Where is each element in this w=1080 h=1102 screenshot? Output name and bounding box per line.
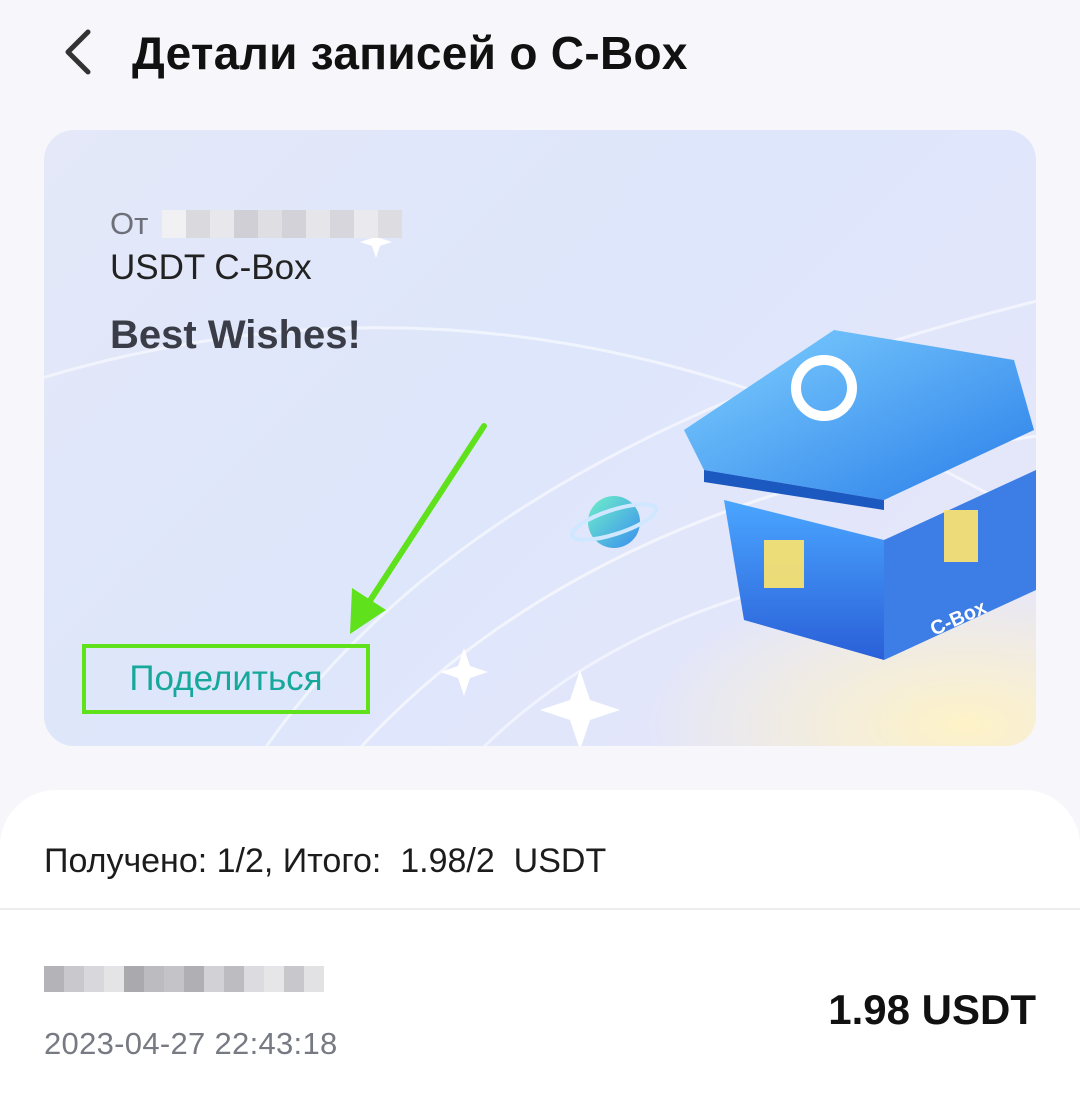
sender-name-redacted	[162, 210, 403, 238]
box-name: USDT C-Box	[110, 248, 312, 287]
received-summary: Получено: 1/2, Итого: 1.98/2 USDT	[44, 842, 607, 880]
cbox-card: C-Box От USDT C-Box Best Wishes! Поделит…	[44, 130, 1036, 746]
record-amount: 1.98 USDT	[828, 986, 1036, 1033]
highlight-arrow	[350, 423, 487, 634]
record-timestamp: 2023-04-27 22:43:18	[44, 1026, 338, 1061]
top-bar: Детали записей о C-Box	[0, 0, 1080, 110]
chevron-left-icon	[65, 29, 91, 75]
back-button[interactable]	[48, 22, 108, 82]
page-title: Детали записей о C-Box	[132, 27, 688, 79]
records-sheet: Получено: 1/2, Итого: 1.98/2 USDT 2023-0…	[0, 790, 1080, 1102]
sender-row: От	[110, 206, 403, 242]
divider	[0, 908, 1080, 910]
greeting-message: Best Wishes!	[110, 313, 361, 357]
from-label: От	[110, 206, 149, 241]
recipient-name-redacted	[44, 966, 326, 1002]
share-button[interactable]: Поделиться	[82, 644, 370, 714]
